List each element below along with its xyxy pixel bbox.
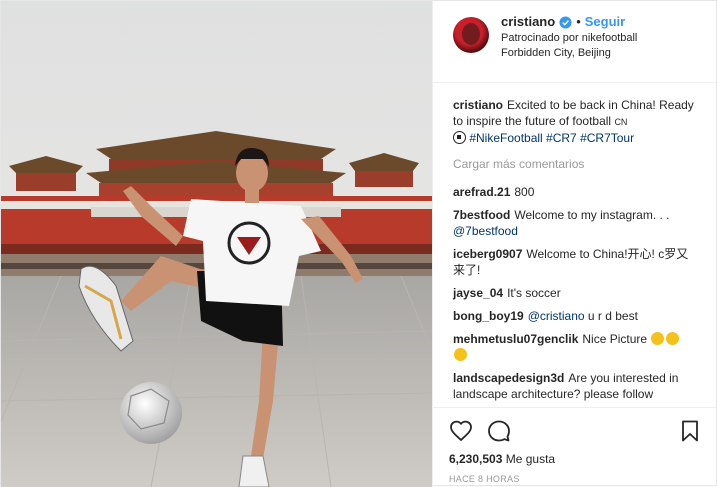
soccer-ball-emoji-icon [453, 131, 466, 144]
follow-button[interactable]: Seguir [585, 15, 625, 29]
heart-icon[interactable] [449, 419, 473, 443]
post-actions: 6,230,503 Me gusta HACE 8 HORAS [433, 407, 716, 487]
caption: cristiano Excited to be back in China! Re… [453, 97, 700, 146]
thumbs-up-emoji-icon [651, 332, 665, 345]
separator-dot: • [576, 14, 581, 29]
comment-item: landscapedesign3d Are you interested in l… [453, 370, 700, 402]
sponsored-prefix: Patrocinado por [501, 32, 582, 44]
comment-username[interactable]: mehmetuslu07genclik [453, 332, 578, 346]
thumbs-up-emoji-icon [666, 332, 680, 345]
location-link[interactable]: Forbidden City, Beijing [501, 47, 637, 60]
comments-section: cristiano Excited to be back in China! Re… [433, 83, 716, 407]
mention-link[interactable]: @7bestfood [453, 224, 518, 238]
verified-badge-icon [559, 15, 572, 29]
caption-username[interactable]: cristiano [453, 98, 503, 112]
likes-count[interactable]: 6,230,503 Me gusta [449, 452, 702, 466]
sponsored-line: Patrocinado por nikefootball [501, 32, 637, 45]
comment-text: Nice Picture [582, 332, 648, 346]
post-timestamp[interactable]: HACE 8 HORAS [449, 474, 702, 484]
comment-item: arefrad.21 800 [453, 184, 700, 200]
likes-number: 6,230,503 [449, 452, 503, 466]
header-info: cristiano • Seguir Patrocinado por nikef… [501, 15, 637, 60]
comment-item: bong_boy19 @cristiano u r d best [453, 308, 700, 324]
comment-item: mehmetuslu07genclik Nice Picture [453, 331, 700, 363]
comment-text: It's soccer [507, 286, 561, 300]
comment-username[interactable]: bong_boy19 [453, 309, 524, 323]
load-more-comments-button[interactable]: Cargar más comentarios [453, 156, 700, 172]
comment-item: 7bestfood Welcome to my instagram. . . @7… [453, 207, 700, 239]
thumbs-up-emoji-icon [454, 348, 467, 361]
comment-text: u r d best [584, 309, 638, 323]
comment-username[interactable]: jayse_04 [453, 286, 503, 300]
post-sidebar: cristiano • Seguir Patrocinado por nikef… [432, 1, 716, 487]
comment-username[interactable]: landscapedesign3d [453, 371, 564, 385]
comment-username[interactable]: arefrad.21 [453, 185, 510, 199]
bookmark-icon[interactable] [678, 419, 702, 443]
flag-emoji: CN [614, 117, 628, 127]
comment-text: 800 [514, 185, 535, 199]
sponsor-link[interactable]: nikefootball [582, 32, 638, 44]
username-link[interactable]: cristiano [501, 15, 555, 29]
avatar[interactable] [453, 17, 489, 53]
mention-link[interactable]: @cristiano [528, 309, 585, 323]
comment-username[interactable]: iceberg0907 [453, 247, 522, 261]
comment-item: jayse_04 It's soccer [453, 285, 700, 301]
hashtags-link[interactable]: #NikeFootball #CR7 #CR7Tour [469, 131, 634, 145]
likes-label: Me gusta [502, 452, 556, 466]
comment-icon[interactable] [487, 419, 511, 443]
instagram-post: cristiano • Seguir Patrocinado por nikef… [0, 0, 717, 487]
photo-forbidden-city-juggling [1, 1, 432, 487]
post-photo[interactable] [1, 1, 432, 487]
post-header: cristiano • Seguir Patrocinado por nikef… [433, 1, 716, 83]
comment-item: iceberg0907 Welcome to China!开心! c罗又来了! [453, 246, 700, 278]
comment-text: Welcome to my instagram. . . [514, 208, 670, 222]
comment-username[interactable]: 7bestfood [453, 208, 510, 222]
